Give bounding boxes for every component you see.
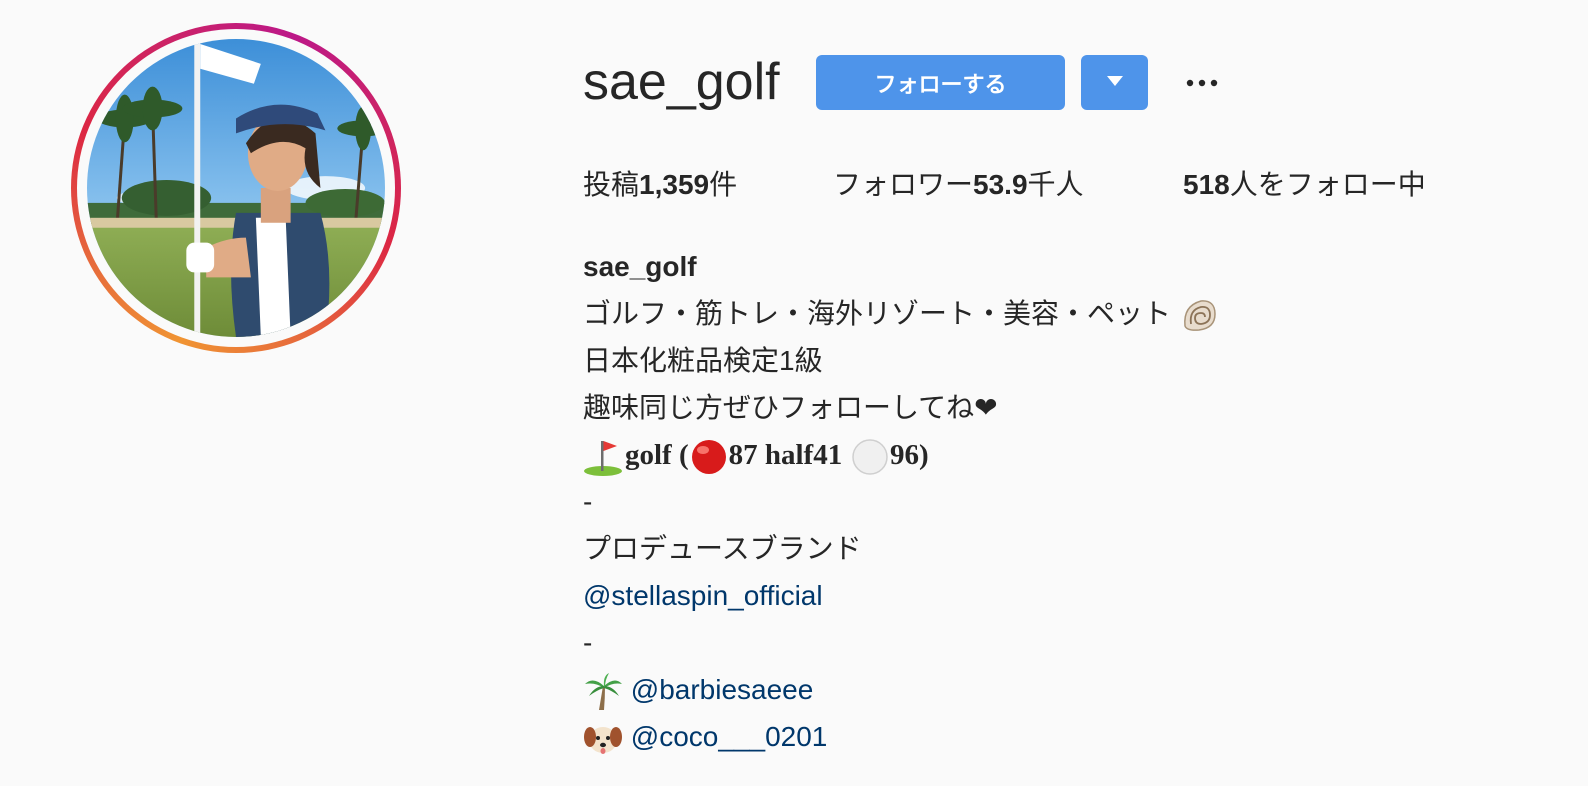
bio-divider-1: - xyxy=(583,486,593,517)
followers-prefix: フォロワー xyxy=(833,169,974,200)
profile-bio: sae_golf ゴルフ・筋トレ・海外リゾート・美容・ペット 日本化粧品検定1級… xyxy=(583,243,1543,760)
chevron-down-icon xyxy=(1106,75,1124,90)
bio-brand-mention: @stellaspin_official xyxy=(583,572,1543,619)
more-options-button[interactable] xyxy=(1180,60,1224,104)
bio-line-brand-heading: プロデュースブランド xyxy=(583,533,862,564)
bio-line-interests: ゴルフ・筋トレ・海外リゾート・美容・ペット xyxy=(583,290,1543,337)
follow-button[interactable]: フォローする xyxy=(816,55,1065,110)
following-link[interactable]: 518人をフォロー中 xyxy=(1183,166,1426,204)
bio-line-follow-request: 趣味同じ方ぜひフォローしてね❤ xyxy=(583,392,998,423)
bio-line-golf-scores: golf ( 87 half41 96) xyxy=(583,431,1543,478)
coco-0201-link[interactable]: @coco___0201 xyxy=(631,721,828,752)
following-suffix: 人をフォロー中 xyxy=(1229,169,1426,200)
followers-link[interactable]: フォロワー53.9千人 xyxy=(833,166,1084,204)
barbiesaeee-link[interactable]: @barbiesaeee xyxy=(631,674,814,705)
profile-page: sae_golf フォローする 投稿1,359件 フォロワー53.9千人 518… xyxy=(0,0,1588,786)
spiral-shell-icon xyxy=(1179,296,1219,336)
golf-text: golf ( xyxy=(625,439,689,471)
bio-palm-mention: @barbiesaeee xyxy=(583,666,1543,713)
followers-count: 53.9 xyxy=(973,169,1028,200)
posts-prefix: 投稿 xyxy=(583,169,640,200)
following-count: 518 xyxy=(1183,169,1230,200)
avatar-gap xyxy=(77,29,395,347)
avatar-story-ring[interactable] xyxy=(71,23,401,353)
golf-score-average: 96) xyxy=(890,439,929,471)
bio-interests-text: ゴルフ・筋トレ・海外リゾート・美容・ペット xyxy=(583,298,1172,329)
posts-stat: 投稿1,359件 xyxy=(583,166,737,204)
more-dots-icon xyxy=(1186,75,1218,90)
bio-line-certification: 日本化粧品検定1級 xyxy=(583,345,823,376)
golf-flag-icon xyxy=(583,437,625,477)
white-circle-icon xyxy=(850,437,890,477)
suggested-dropdown-button[interactable] xyxy=(1081,55,1148,110)
dog-face-icon xyxy=(583,719,623,759)
bio-full-name: sae_golf xyxy=(583,251,697,282)
bio-dog-mention: @coco___0201 xyxy=(583,713,1543,760)
posts-count: 1,359 xyxy=(639,169,710,200)
red-circle-icon xyxy=(689,437,729,477)
stellaspin-official-link[interactable]: @stellaspin_official xyxy=(583,580,823,611)
followers-suffix: 千人 xyxy=(1027,169,1084,200)
avatar-image xyxy=(87,39,385,337)
avatar[interactable] xyxy=(87,39,385,337)
palm-tree-icon xyxy=(583,672,623,712)
posts-suffix: 件 xyxy=(709,169,738,200)
bio-divider-2: - xyxy=(583,627,593,658)
golf-score-best: 87 half41 xyxy=(728,439,843,471)
profile-username: sae_golf xyxy=(583,53,780,111)
